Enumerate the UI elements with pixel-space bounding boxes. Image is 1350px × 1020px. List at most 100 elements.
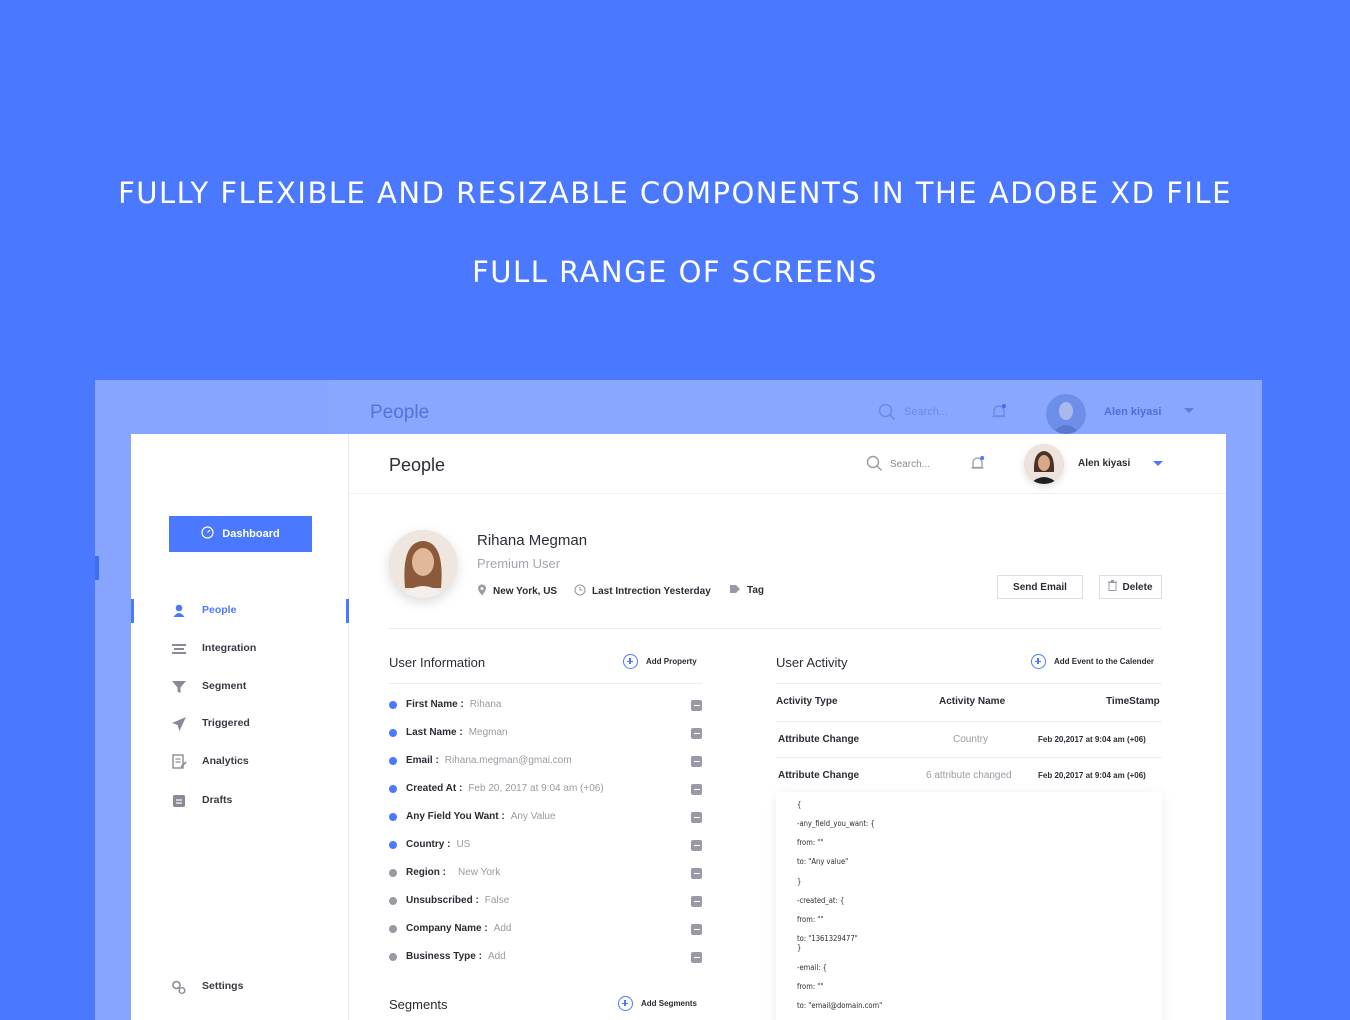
remove-icon[interactable] [691,700,702,711]
json-line: -email: { [797,963,827,972]
remove-icon[interactable] [691,896,702,907]
info-key: First Name : [406,699,464,710]
remove-icon[interactable] [691,756,702,767]
column-header-activity-name: Activity Name [939,696,1006,707]
remove-icon[interactable] [691,840,702,851]
status-dot [389,701,397,709]
add-property-label: Add Property [646,657,697,666]
user-name[interactable]: Alen kiyasi [1078,458,1130,469]
json-line: to: "Any value" [797,857,849,866]
info-value: Any Value [510,811,556,822]
json-line: } [797,877,802,886]
activity-row-divider [776,757,1162,758]
sidebar-item-label: Drafts [202,794,233,806]
info-key: Created At : [406,783,463,794]
column-header-timestamp: TimeStamp [1106,696,1160,707]
user-info-divider [389,683,702,684]
status-dot [389,729,397,737]
background-search-icon [878,403,896,426]
profile-last-interaction: Last Intrection Yesterday [574,584,711,599]
info-key: Company Name : [406,923,488,934]
sidebar-item-integration[interactable]: Integration [131,636,349,662]
bell-icon[interactable] [969,455,986,477]
sidebar-item-label: Integration [202,642,257,654]
send-email-button[interactable]: Send Email [997,575,1083,599]
hero-subheadline: FULL RANGE OF SCREENS [472,255,878,289]
sidebar-item-triggered[interactable]: Triggered [131,711,349,737]
search-input[interactable]: Search... [890,459,930,470]
tag-text: Tag [747,585,765,596]
info-row: Created At : Feb 20, 2017 at 9:04 am (+06… [389,782,702,796]
info-key: Last Name : [406,727,463,738]
profile-tag[interactable]: Tag [729,584,764,597]
info-value: US [456,839,471,850]
status-dot [389,869,397,877]
remove-icon[interactable] [691,952,702,963]
add-event-label: Add Event to the Calender [1054,657,1155,666]
info-row: Company Name : Add [389,922,702,936]
column-header-activity-type: Activity Type [776,696,838,707]
activity-time-cell: Feb 20,2017 at 9:04 am (+06) [1038,771,1146,780]
analytics-icon [171,754,187,770]
add-segments-button[interactable]: Add Segments [618,996,697,1011]
status-dot [389,841,397,849]
sidebar-item-drafts[interactable]: Drafts [131,788,349,814]
status-dot [389,785,397,793]
profile-divider [389,628,1162,629]
info-value: Add [487,951,506,962]
info-row: First Name : Rihana [389,698,702,712]
remove-icon[interactable] [691,812,702,823]
chevron-down-icon[interactable] [1153,461,1163,466]
remove-icon[interactable] [691,728,702,739]
page-title: People [389,455,446,475]
activity-type-cell: Attribute Change [778,770,860,781]
info-row: Country : US [389,838,702,852]
sidebar-item-people[interactable]: People [131,598,349,624]
info-key: Any Field You Want : [406,811,505,822]
info-key: Unsubscribed : [406,895,479,906]
profile-name: Rihana Megman [477,532,588,549]
attribute-change-details: { -any_field_you_want: { from: "" to: "A… [776,792,1162,1020]
background-search-placeholder: Search... [904,406,949,418]
json-line: { [797,800,802,809]
info-row: Business Type : Add [389,950,702,964]
info-row: Unsubscribed : False [389,894,702,908]
location-pin-icon [477,584,487,599]
remove-icon[interactable] [691,784,702,795]
user-information-title: User Information [389,655,486,670]
profile-location: New York, US [477,584,557,599]
info-value: Feb 20, 2017 at 9:04 am (+06) [468,783,604,794]
json-line: to: "email@domain.com" [797,1001,883,1010]
json-line: from: "" [797,982,824,991]
app-window: Dashboard People Integration Segment Tri… [131,434,1226,1020]
plus-circle-icon [618,996,633,1011]
search-icon[interactable] [866,455,883,477]
dashboard-button[interactable]: Dashboard [169,516,312,552]
sidebar-item-label: Triggered [202,717,250,729]
json-line: -created_at: { [797,896,845,905]
sidebar-item-settings[interactable]: Settings [131,974,349,1000]
activity-divider [776,683,1162,684]
delete-button[interactable]: Delete [1099,575,1162,599]
add-event-button[interactable]: Add Event to the Calender [1031,654,1154,669]
status-dot [389,813,397,821]
sidebar-item-label: Analytics [202,755,249,767]
sidebar-item-analytics[interactable]: Analytics [131,749,349,775]
activity-header-divider [776,721,1162,722]
background-chevron-down-icon [1184,408,1194,413]
info-value: Rihana [469,699,502,710]
plus-circle-icon [1031,654,1046,669]
add-property-button[interactable]: Add Property [623,654,697,669]
remove-icon[interactable] [691,868,702,879]
dashboard-label: Dashboard [222,528,280,540]
avatar[interactable] [1024,444,1064,484]
delete-label: Delete [1122,581,1153,593]
user-activity-title: User Activity [776,655,848,670]
remove-icon[interactable] [691,924,702,935]
status-dot [389,897,397,905]
location-text: New York, US [493,586,558,597]
segments-title: Segments [389,997,448,1012]
json-line: from: "" [797,838,824,847]
sidebar: Dashboard People Integration Segment Tri… [131,434,349,1020]
sidebar-item-segment[interactable]: Segment [131,674,349,700]
